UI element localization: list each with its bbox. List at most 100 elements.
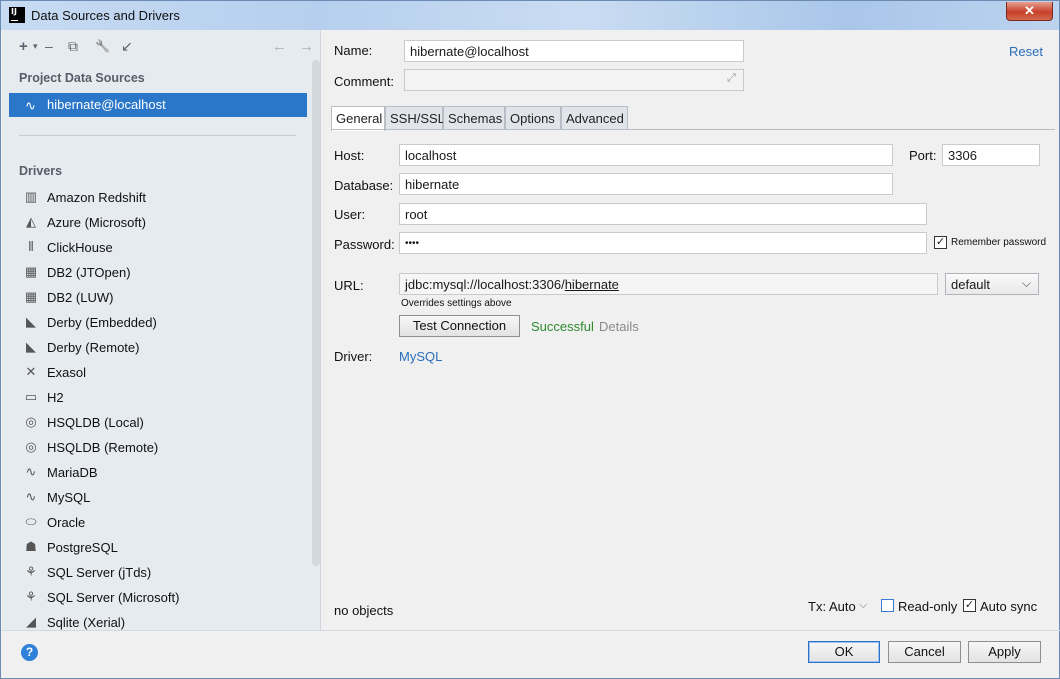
host-input[interactable]: localhost [399, 144, 893, 166]
driver-item[interactable]: ◣ Derby (Remote) [9, 336, 307, 360]
remove-icon[interactable]: – [45, 38, 53, 54]
driver-icon: ▭ [24, 389, 38, 404]
driver-label: Azure (Microsoft) [47, 215, 146, 230]
cancel-button[interactable]: Cancel [888, 641, 961, 663]
driver-icon: ◣ [26, 339, 36, 354]
driver-icon: ◭ [26, 214, 36, 229]
driver-item[interactable]: ⚘ SQL Server (jTds) [9, 561, 307, 585]
back-arrow-icon[interactable]: ← [272, 38, 287, 55]
details-link[interactable]: Details [599, 319, 639, 334]
copy-icon[interactable]: ⧉ [68, 38, 78, 55]
url-prefix: jdbc:mysql://localhost:3306/ [405, 277, 565, 292]
driver-label: Exasol [47, 365, 87, 380]
driver-link[interactable]: MySQL [399, 349, 442, 364]
tab-ssh-ssl[interactable]: SSH/SSL [385, 106, 445, 130]
reset-link[interactable]: Reset [1009, 44, 1043, 59]
driver-icon: ⦀ [28, 239, 34, 254]
test-status: Successful [531, 319, 594, 334]
driver-item[interactable]: ∿ MySQL [9, 486, 307, 510]
import-icon[interactable]: ↙ [121, 38, 133, 55]
driver-item[interactable]: ◭ Azure (Microsoft) [9, 211, 307, 235]
dropdown-small-icon[interactable]: ▾ [33, 41, 38, 52]
driver-item[interactable]: ⦀ ClickHouse [9, 236, 307, 260]
driver-label: PostgreSQL [47, 540, 118, 555]
driver-icon: ▥ [24, 189, 38, 204]
overrides-note: Overrides settings above [401, 298, 512, 309]
driver-item[interactable]: ▥ Amazon Redshift [9, 186, 307, 210]
test-connection-button[interactable]: Test Connection [399, 315, 520, 337]
tab-underline [331, 129, 1055, 130]
driver-item[interactable]: ∿ MariaDB [9, 461, 307, 485]
close-button[interactable]: ✕ [1006, 2, 1053, 21]
tx-mode-select[interactable]: Tx: Auto [808, 599, 856, 614]
left-panel: + ▾ – ⧉ 🔧 ↙ ← → Project Data Sources ∿ h… [2, 30, 321, 630]
password-label: Password: [334, 237, 395, 252]
driver-icon: ∿ [25, 464, 37, 479]
tab-advanced[interactable]: Advanced [561, 106, 628, 130]
comment-label: Comment: [334, 74, 394, 89]
tab-general[interactable]: General [331, 106, 385, 131]
driver-label: ClickHouse [47, 240, 113, 255]
data-source-item-hibernate[interactable]: ∿ hibernate@localhost [9, 93, 307, 117]
read-only-checkbox[interactable] [881, 599, 894, 612]
database-label: Database: [334, 178, 394, 193]
tab-schemas[interactable]: Schemas [443, 106, 505, 130]
name-input[interactable]: hibernate@localhost [404, 40, 744, 62]
name-label: Name: [334, 43, 373, 58]
ok-button[interactable]: OK [808, 641, 880, 663]
add-icon[interactable]: + [19, 38, 28, 55]
url-input[interactable]: jdbc:mysql://localhost:3306/hibernate [399, 273, 938, 295]
footer-divider [2, 630, 1060, 631]
driver-icon: ∿ [25, 489, 37, 504]
driver-label: Derby (Remote) [47, 340, 140, 355]
scrollbar[interactable] [312, 60, 320, 566]
user-input[interactable]: root [399, 203, 927, 225]
driver-item[interactable]: ◎ HSQLDB (Remote) [9, 436, 307, 460]
driver-label: Oracle [47, 515, 86, 530]
driver-icon: ⬭ [25, 514, 37, 529]
wrench-icon[interactable]: 🔧 [95, 39, 110, 53]
driver-icon: ▦ [24, 264, 38, 279]
project-sources-heading: Project Data Sources [19, 71, 145, 85]
url-mode-select[interactable]: default ⌵ [945, 273, 1039, 295]
driver-label: MySQL [47, 490, 91, 505]
host-label: Host: [334, 148, 365, 163]
intellij-app-icon: IJ [9, 7, 25, 23]
port-label: Port: [909, 148, 937, 163]
url-mode-value: default [951, 277, 991, 292]
remember-password-checkbox[interactable]: ✓ [934, 236, 947, 249]
drivers-heading: Drivers [19, 164, 63, 178]
auto-sync-checkbox[interactable]: ✓ [963, 599, 976, 612]
driver-label: HSQLDB (Local) [47, 415, 144, 430]
auto-sync-label: Auto sync [980, 599, 1038, 614]
chevron-down-icon[interactable]: ⌵ [859, 599, 867, 612]
database-input[interactable]: hibernate [399, 173, 893, 195]
driver-item[interactable]: ▦ DB2 (JTOpen) [9, 261, 307, 285]
tab-options[interactable]: Options [505, 106, 561, 130]
driver-item[interactable]: ◣ Derby (Embedded) [9, 311, 307, 335]
driver-label: DB2 (JTOpen) [47, 265, 131, 280]
driver-item[interactable]: ☗ PostgreSQL [9, 536, 307, 560]
port-input[interactable]: 3306 [942, 144, 1040, 166]
read-only-label: Read-only [898, 599, 958, 614]
title-bar[interactable]: IJ Data Sources and Drivers ✕ [1, 1, 1059, 30]
help-icon[interactable]: ? [21, 644, 38, 661]
driver-item[interactable]: ✕ Exasol [9, 361, 307, 385]
driver-label: Sqlite (Xerial) [47, 615, 126, 630]
driver-item[interactable]: ⚘ SQL Server (Microsoft) [9, 586, 307, 610]
comment-input[interactable] [404, 69, 744, 91]
forward-arrow-icon[interactable]: → [299, 38, 314, 55]
driver-item[interactable]: ⬭ Oracle [9, 511, 307, 535]
driver-item[interactable]: ▦ DB2 (LUW) [9, 286, 307, 310]
apply-button[interactable]: Apply [968, 641, 1041, 663]
driver-item[interactable]: ▭ H2 [9, 386, 307, 410]
driver-icon: ◎ [25, 414, 37, 429]
password-input[interactable]: •••• [399, 232, 927, 254]
driver-icon: ◢ [26, 614, 36, 629]
expand-icon[interactable]: ⤢ [727, 72, 736, 85]
driver-item[interactable]: ◎ HSQLDB (Local) [9, 411, 307, 435]
driver-label: SQL Server (Microsoft) [47, 590, 180, 605]
driver-icon: ⚘ [25, 589, 37, 604]
driver-item[interactable]: ◢ Sqlite (Xerial) [9, 611, 307, 635]
driver-label: SQL Server (jTds) [47, 565, 152, 580]
